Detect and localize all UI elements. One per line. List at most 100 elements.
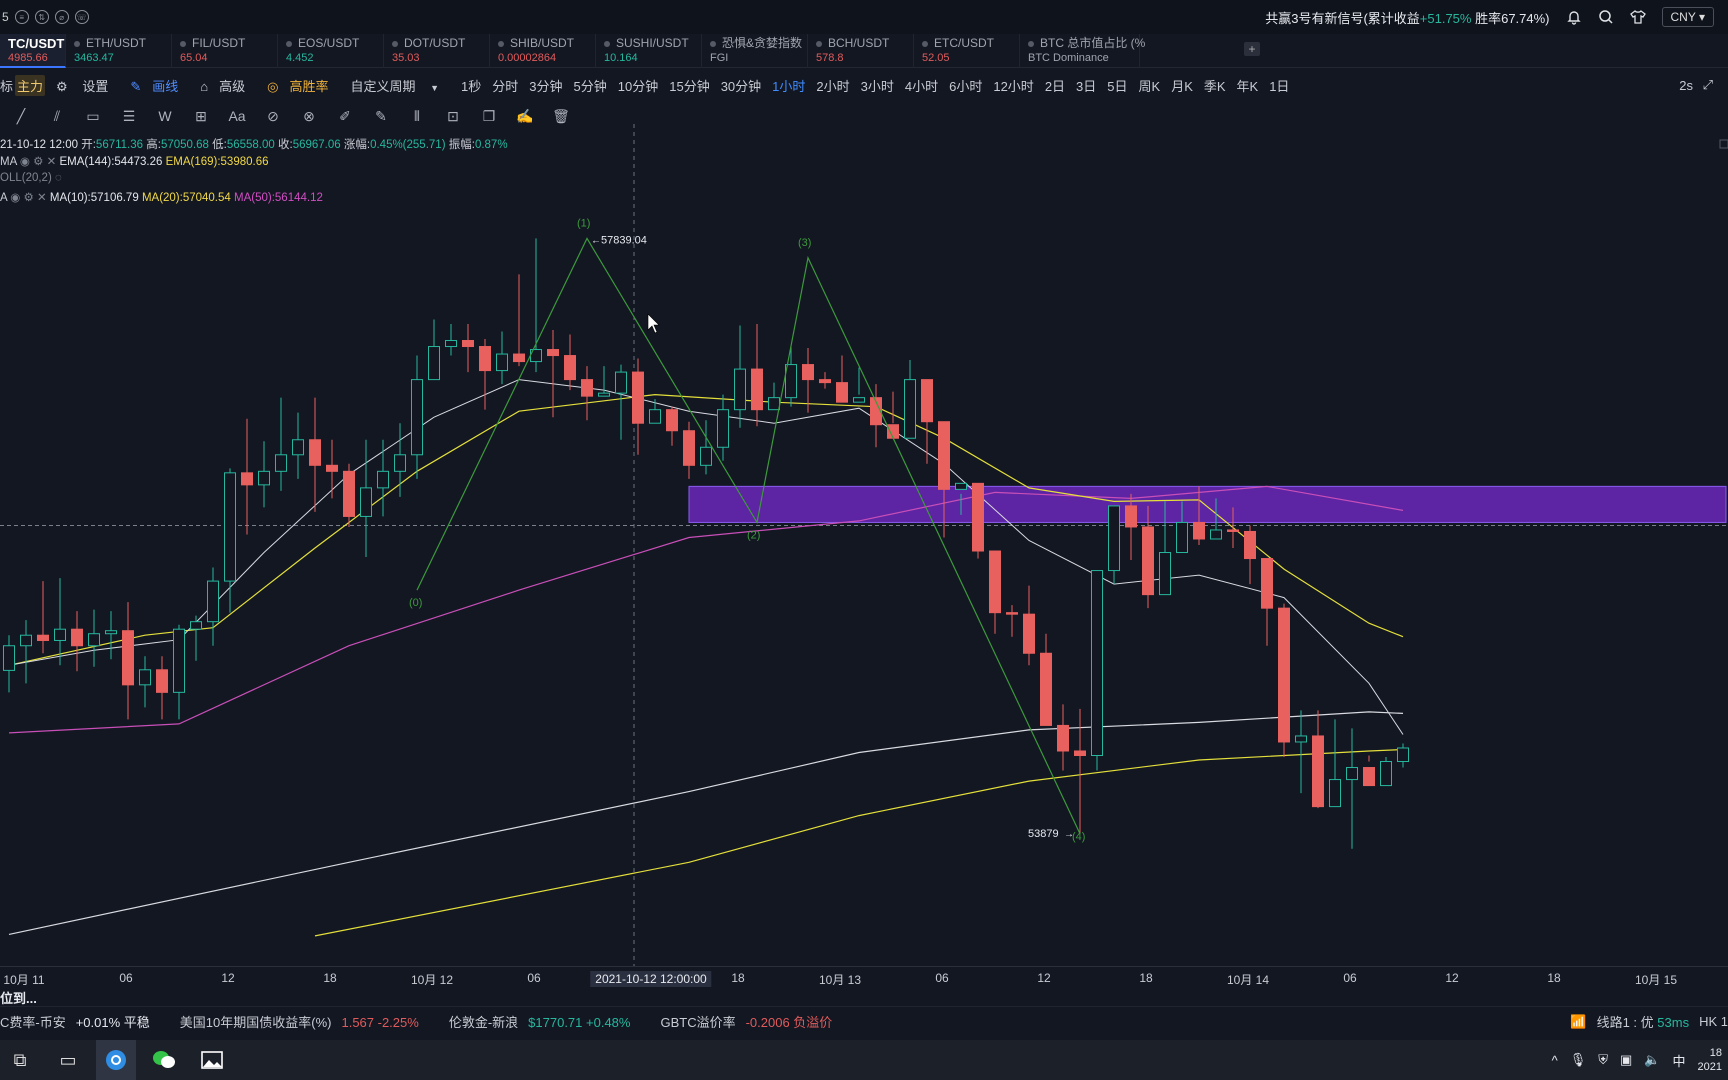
market-stat-value: 1.567 -2.25% [341,1015,419,1030]
browser-icon[interactable] [96,1040,136,1080]
magnet-icon[interactable]: ⊘ [262,108,284,125]
ticker-name: BTC 总市值占比 (% [1040,36,1146,50]
period-option[interactable]: 周K [1139,76,1161,95]
text-tool-icon[interactable]: Aa [226,108,248,124]
edit-icon[interactable]: ✍ [514,108,536,125]
candlestick-chart[interactable]: (0) (1) (2) (3) (4) 57839.04← 53879 → [0,124,1728,966]
camera-icon[interactable]: ▭ [48,1040,88,1080]
chart-style-icon[interactable]: ⫴ [406,108,428,125]
crosshair-box-icon[interactable]: ⊞ [190,108,212,125]
phone-icon[interactable]: ☏ [74,10,89,24]
ticker-tab[interactable]: TC/USDT 4985.66 [0,34,66,68]
volume-icon[interactable]: 🔈 [1644,1052,1660,1068]
market-stat-label: GBTC溢价率 [660,1015,736,1030]
period-option[interactable]: 12小时 [993,76,1033,95]
ticker-bar: TC/USDT 4985.66 ETH/USDT 3463.47 FIL/USDT 65.… [0,34,1728,68]
period-option[interactable]: 1小时 [772,76,805,95]
period-option[interactable]: 1日 [1269,76,1289,95]
period-option[interactable]: 30分钟 [721,76,761,95]
pen-icon[interactable]: ✎ [370,108,392,125]
network-icon[interactable]: ▣ [1620,1052,1632,1068]
ticker-tab[interactable]: SUSHI/USDT 10.164 [596,34,702,68]
exchange-icon[interactable]: ⇅ [34,10,49,24]
bell-icon[interactable] [1566,9,1582,25]
search-icon[interactable] [1598,9,1614,25]
ticker-tab[interactable]: BCH/USDT 578.8 [808,34,914,68]
market-stat[interactable]: 美国10年期国债收益率(%) 1.567 -2.25% [180,1012,419,1031]
time-axis-label: 18 [1139,971,1153,985]
wechat-icon[interactable] [144,1040,184,1080]
shirt-icon[interactable] [1629,9,1646,25]
period-option[interactable]: 月K [1171,76,1193,95]
task-view-icon[interactable]: ⧉ [0,1040,40,1080]
add-ticker-button[interactable]: + [1244,42,1260,56]
time-axis-label: 06 [935,971,949,985]
candle-body [768,397,780,411]
market-stat[interactable]: 伦敦金-新浪 $1770.71 +0.48% [449,1012,631,1031]
ticker-tab[interactable]: ETC/USDT 52.05 [914,34,1020,68]
ticker-tab[interactable]: EOS/USDT 4.452 [278,34,384,68]
candle-body [394,454,406,472]
menu-icon[interactable]: ≡ [14,10,29,24]
period-option[interactable]: 2日 [1045,76,1065,95]
parallel-channel-icon[interactable]: ⫽ [46,108,68,125]
trash-icon[interactable]: 🗑 [550,108,572,125]
draw-button[interactable]: ✎ 画线 [130,76,189,95]
connection-status[interactable]: 📶 线路1 : 优 53ms HK 1 [1570,1012,1728,1031]
ticker-tab[interactable]: FIL/USDT 65.04 [172,34,278,68]
main-indicator-button[interactable]: 主力 [15,74,46,96]
advanced-button[interactable]: ⌂ 高级 [200,76,256,95]
ticker-dot [1028,40,1034,47]
mic-icon[interactable]: 🎙 [1570,1052,1587,1068]
ticker-tab[interactable]: DOT/USDT 35.03 [384,34,490,68]
period-option[interactable]: 15分钟 [669,76,709,95]
period-option[interactable]: 3分钟 [529,76,562,95]
market-stat[interactable]: GBTC溢价率 -0.2006 负溢价 [660,1012,832,1031]
period-option[interactable]: 年K [1237,76,1259,95]
photos-icon[interactable] [192,1040,232,1080]
ticker-name: ETH/USDT [86,36,146,50]
custom-period-select[interactable]: 自定义周期 ▼ [350,76,450,95]
ticker-name: ETC/USDT [934,36,994,50]
clock[interactable]: 18 2021 [1698,1046,1722,1074]
compass-icon[interactable]: ⌀ [54,10,69,24]
shield-icon[interactable]: ⛨ [1598,1052,1608,1068]
period-option[interactable]: 10分钟 [618,76,658,95]
ruler-icon[interactable]: ✐ [334,108,356,125]
wave-tool-icon[interactable]: W [154,108,176,124]
period-option[interactable]: 3小时 [861,76,894,95]
ticker-tab[interactable]: ETH/USDT 3463.47 [66,34,172,68]
period-option[interactable]: 2小时 [816,76,849,95]
fullscreen-icon[interactable]: ⤢ [1703,77,1713,93]
ticker-tab[interactable]: BTC 总市值占比 (% BTC Dominance [1020,34,1145,68]
trendline-tool-icon[interactable]: ╱ [10,108,32,125]
time-axis-label: 12 [221,971,235,985]
period-option[interactable]: 1秒 [461,76,481,95]
currency-select[interactable]: CNY ▾ [1661,7,1714,27]
candle-body [513,353,525,363]
settings-button[interactable]: ⚙ 设置 [56,76,119,95]
candle-body [275,454,287,472]
candle-body [54,628,66,641]
period-option[interactable]: 6小时 [949,76,982,95]
period-option[interactable]: 分时 [492,76,518,95]
ticker-tab[interactable]: SHIB/USDT 0.00002864 [490,34,596,68]
period-option[interactable]: 5日 [1107,76,1127,95]
winrate-button[interactable]: ◎ 高胜率 [267,76,339,95]
refresh-interval[interactable]: 2s [1679,78,1693,93]
signal-notice[interactable]: 共赢3号有新信号(累计收益+51.75% 胜率67.74%) [1265,8,1549,27]
horizontal-lines-icon[interactable]: ☰ [118,108,140,125]
lock-tool-icon[interactable]: ⊡ [442,108,464,125]
ticker-tab[interactable]: 恐惧&贪婪指数 FGI [702,34,808,68]
period-option[interactable]: 季K [1204,76,1226,95]
eraser-icon[interactable]: ⊗ [298,108,320,125]
ime-indicator[interactable]: 中 [1673,1051,1686,1070]
chevron-up-icon[interactable]: ^ [1552,1053,1558,1068]
copy-icon[interactable]: ❐ [478,108,500,125]
period-option[interactable]: 5分钟 [574,76,607,95]
rectangle-tool-icon[interactable]: ▭ [82,108,104,125]
period-option[interactable]: 4小时 [905,76,938,95]
ticker-name: DOT/USDT [404,36,466,50]
market-stat[interactable]: C费率-币安 +0.01% 平稳 [0,1012,150,1031]
period-option[interactable]: 3日 [1076,76,1096,95]
